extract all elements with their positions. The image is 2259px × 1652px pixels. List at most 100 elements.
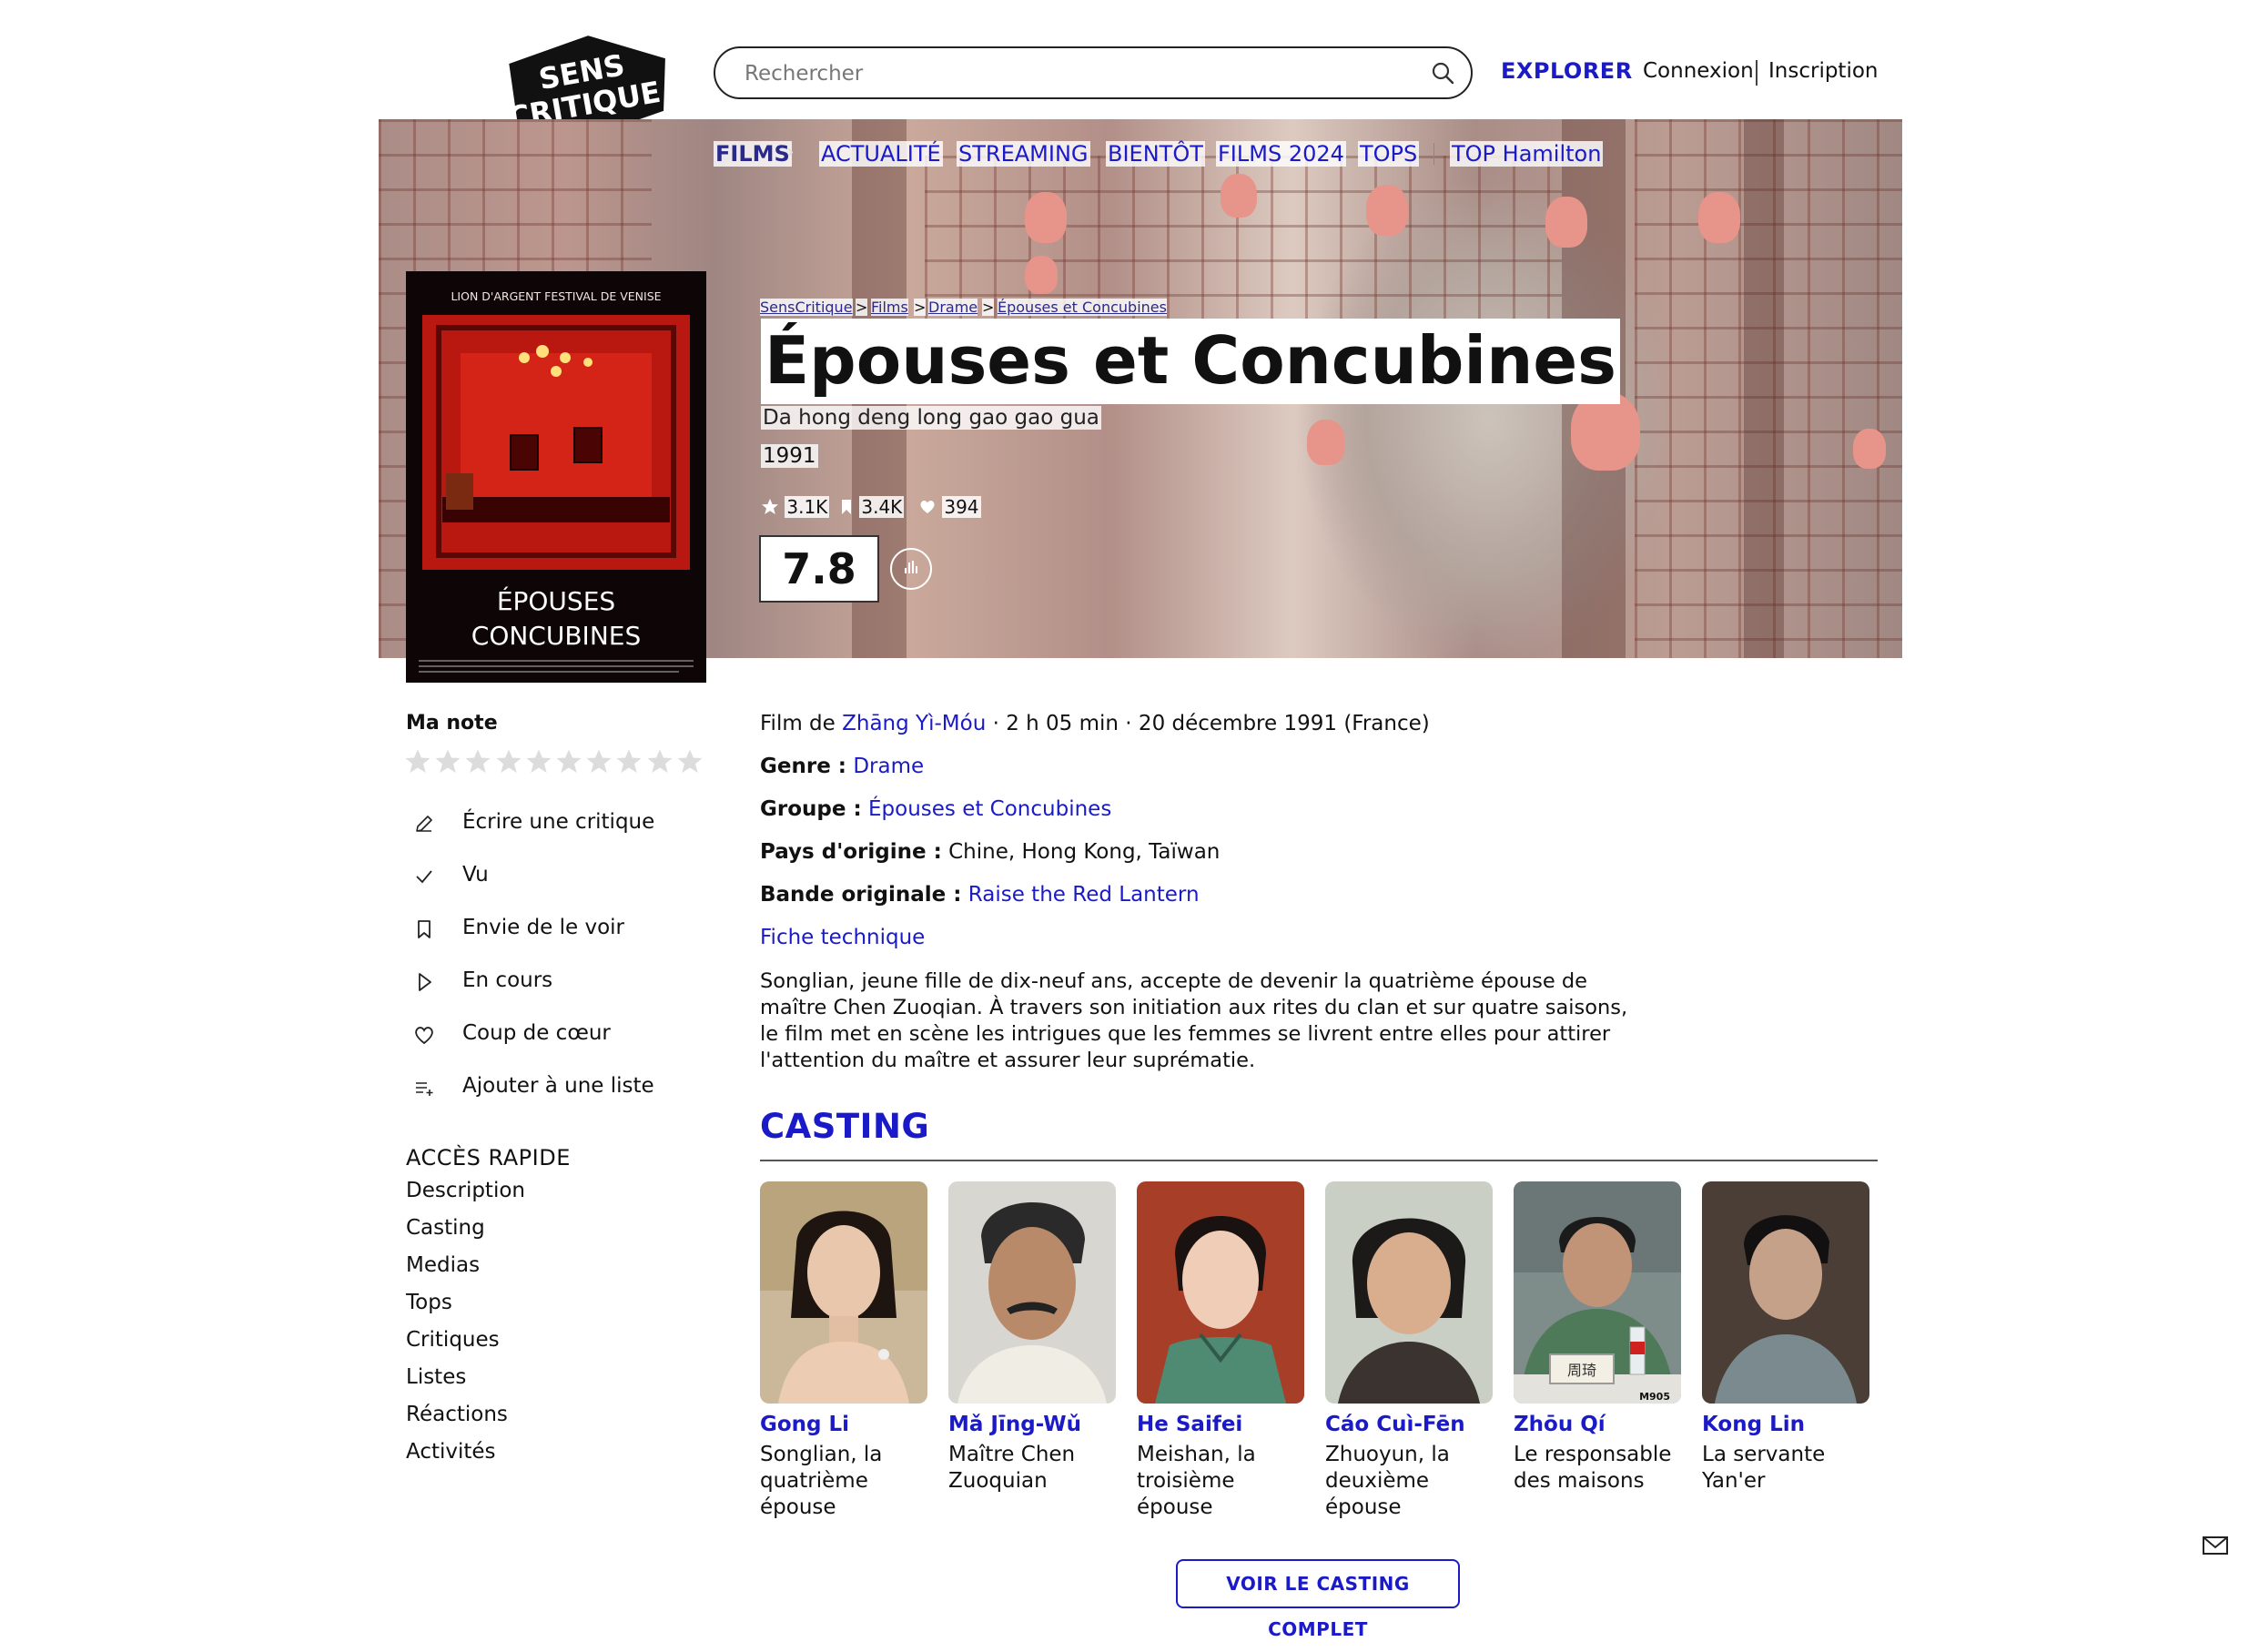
film-by-label: Film de: [760, 712, 843, 735]
nav-films[interactable]: FILMS: [714, 141, 792, 167]
release-year: 1991: [761, 444, 818, 468]
actor-photo: [1137, 1181, 1304, 1404]
rating-star-icon[interactable]: [495, 748, 522, 775]
quick-access-description[interactable]: Description: [406, 1179, 525, 1202]
original-title: Da hong deng long gao gao gua: [761, 406, 1101, 430]
quick-access-reactions[interactable]: Réactions: [406, 1403, 508, 1426]
secondary-nav: FILMS › ACTUALITÉ STREAMING BIENTÔT FILM…: [0, 141, 2259, 168]
backdrop-lantern: [1545, 197, 1587, 248]
search-input[interactable]: [743, 57, 1383, 90]
breadcrumb-senscritique[interactable]: SensCritique: [760, 299, 853, 316]
nav-streaming[interactable]: STREAMING: [957, 141, 1090, 167]
ratings-count-value: 3.1K: [785, 496, 830, 518]
nav-bientot[interactable]: BIENTÔT: [1106, 141, 1205, 167]
signup-link[interactable]: Inscription: [1768, 59, 1879, 83]
backdrop-lantern: [1025, 256, 1058, 294]
rating-star-icon[interactable]: [525, 748, 552, 775]
mail-icon[interactable]: [2203, 1536, 2228, 1555]
soundtrack-label: Bande originale :: [760, 883, 962, 907]
soundtrack-link[interactable]: Raise the Red Lantern: [968, 883, 1200, 907]
genre-row: Genre : Drame: [760, 755, 924, 778]
rating-star-icon[interactable]: [464, 748, 491, 775]
action-label: Envie de le voir: [462, 916, 625, 939]
actor-card[interactable]: Cáo Cuì-Fēn Zhuoyun, la deuxième épouse: [1325, 1181, 1493, 1521]
add-list-icon: [416, 1082, 433, 1096]
actor-card[interactable]: He Saifei Meishan, la troisième épouse: [1137, 1181, 1304, 1521]
film-poster[interactable]: LION D'ARGENT FESTIVAL DE VENISE ÉPOUSES…: [406, 271, 706, 683]
heart-icon: [920, 501, 935, 513]
search-icon[interactable]: [1431, 61, 1454, 85]
synopsis: Songlian, jeune fille de dix-neuf ans, a…: [760, 969, 1628, 1072]
backdrop-lantern: [1221, 174, 1257, 218]
breadcrumb: SensCritique > Films > Drame > Épouses e…: [0, 299, 2259, 317]
genre-link[interactable]: Drame: [853, 755, 924, 778]
actor-name[interactable]: Mǎ Jīng-Wǔ: [948, 1413, 1116, 1436]
actor-name[interactable]: Cáo Cuì-Fēn: [1325, 1413, 1493, 1436]
actor-name[interactable]: He Saifei: [1137, 1413, 1304, 1436]
action-label: En cours: [462, 968, 553, 992]
heart-icon: [415, 1027, 433, 1045]
actor-photo: [948, 1181, 1116, 1404]
group-row: Groupe : Épouses et Concubines: [760, 797, 1111, 821]
director-link[interactable]: Zhāng Yì-Móu: [842, 712, 986, 735]
nav-divider: [1433, 143, 1434, 165]
bar-chart-icon: [905, 561, 917, 573]
actor-photo: [1325, 1181, 1493, 1404]
action-label: Ajouter à une liste: [462, 1074, 654, 1098]
wishlist-count: 3.4K: [839, 496, 905, 520]
tech-sheet-link[interactable]: Fiche technique: [760, 926, 925, 949]
actor-card[interactable]: 周琦 M905 Zhōu Qí Le responsable des maiso…: [1514, 1181, 1681, 1495]
bookmark-icon: [842, 500, 851, 514]
film-duration-date: · 2 h 05 min · 20 décembre 1991 (France): [986, 712, 1430, 735]
poster-title-line1: ÉPOUSES: [497, 585, 615, 616]
casting-divider: [760, 1160, 1878, 1161]
rating-star-icon[interactable]: [676, 748, 704, 775]
actor-name[interactable]: Gong Li: [760, 1413, 927, 1436]
actor-card[interactable]: Gong Li Songlian, la quatrième épouse: [760, 1181, 927, 1521]
explorer-link[interactable]: EXPLORER: [1501, 58, 1633, 84]
rating-star-icon[interactable]: [585, 748, 613, 775]
soundtrack-row: Bande originale : Raise the Red Lantern: [760, 883, 1200, 907]
nav-actualite[interactable]: ACTUALITÉ: [819, 141, 943, 167]
actor-role: Le responsable des maisons: [1514, 1443, 1672, 1493]
breadcrumb-separator: >: [982, 299, 995, 316]
actor-photo: [760, 1181, 927, 1404]
quick-access-listes[interactable]: Listes: [406, 1365, 466, 1389]
quick-access-critiques[interactable]: Critiques: [406, 1328, 500, 1352]
quick-access-casting[interactable]: Casting: [406, 1216, 485, 1240]
average-score: 7.8: [759, 535, 879, 603]
quick-access-tops[interactable]: Tops: [406, 1291, 452, 1314]
casting-heading: CASTING: [760, 1107, 930, 1146]
full-cast-button[interactable]: VOIR LE CASTING COMPLET: [1176, 1559, 1460, 1640]
rating-star-icon[interactable]: [555, 748, 582, 775]
breadcrumb-current[interactable]: Épouses et Concubines: [998, 299, 1167, 316]
backdrop-lantern: [1366, 185, 1408, 236]
actor-card[interactable]: Kong Lin La servante Yan'er: [1702, 1181, 1869, 1495]
rating-star-icon[interactable]: [404, 748, 431, 775]
nav-top-hamilton[interactable]: TOP Hamilton: [1450, 141, 1604, 167]
action-label: Vu: [462, 863, 489, 887]
login-link[interactable]: Connexion: [1643, 59, 1754, 83]
nav-films-2024[interactable]: FILMS 2024: [1216, 141, 1346, 167]
search-bar[interactable]: [714, 46, 1473, 99]
actor-role: La servante Yan'er: [1702, 1443, 1826, 1493]
rating-star-icon[interactable]: [646, 748, 674, 775]
page-title: Épouses et Concubines: [761, 319, 1621, 404]
actor-name[interactable]: Zhōu Qí: [1514, 1413, 1681, 1436]
group-label: Groupe :: [760, 797, 862, 821]
tech-sheet-row: Fiche technique: [760, 926, 925, 949]
quick-access-medias[interactable]: Medias: [406, 1253, 480, 1277]
quick-access-activites[interactable]: Activités: [406, 1440, 496, 1464]
rating-star-icon[interactable]: [434, 748, 461, 775]
rating-distribution-button[interactable]: [890, 548, 932, 590]
rating-star-icon[interactable]: [615, 748, 643, 775]
country-value: Chine, Hong Kong, Taïwan: [948, 840, 1221, 864]
breadcrumb-separator: >: [856, 299, 868, 316]
backdrop-lantern: [1698, 192, 1740, 243]
group-link[interactable]: Épouses et Concubines: [868, 797, 1111, 821]
breadcrumb-drame[interactable]: Drame: [928, 299, 978, 316]
breadcrumb-films[interactable]: Films: [871, 299, 908, 316]
actor-name[interactable]: Kong Lin: [1702, 1413, 1869, 1436]
actor-card[interactable]: Mǎ Jīng-Wǔ Maître Chen Zuoquian: [948, 1181, 1116, 1495]
nav-tops[interactable]: TOPS: [1358, 141, 1420, 167]
